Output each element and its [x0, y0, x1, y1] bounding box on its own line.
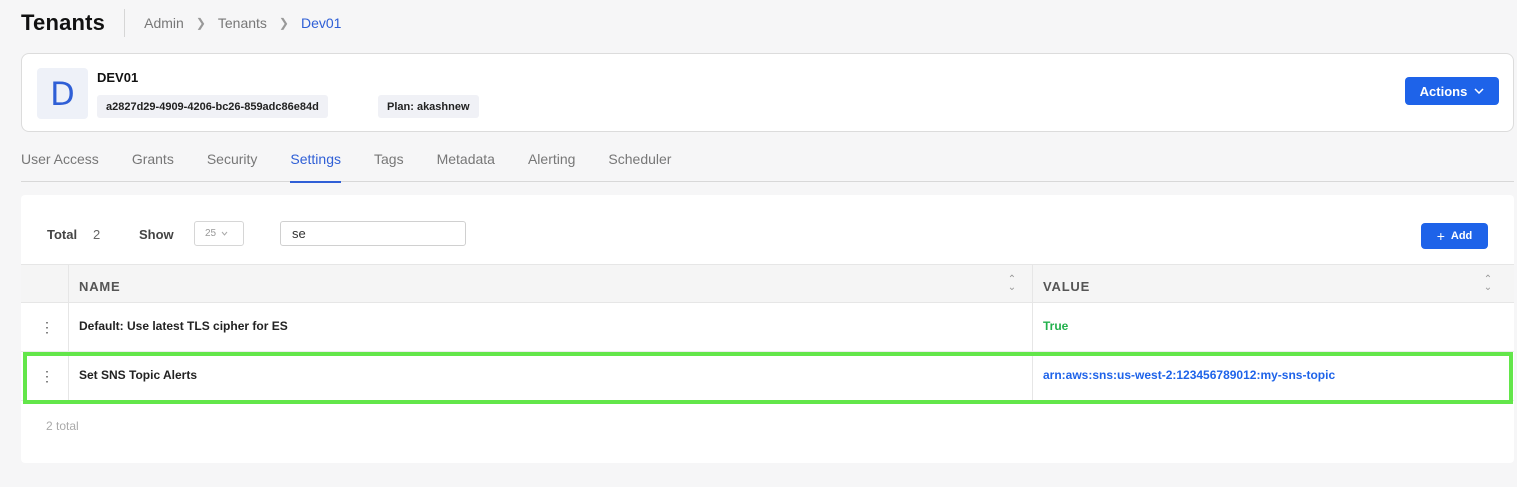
tab-user-access[interactable]: User Access — [21, 148, 99, 182]
tenant-id-chip: a2827d29-4909-4206-bc26-859adc86e84d — [97, 95, 328, 118]
plan-chip: Plan: akashnew — [378, 95, 479, 118]
page-size-select[interactable]: 25 — [194, 221, 244, 246]
table-header: NAME ⌃ ⌄ VALUE ⌃ ⌄ — [21, 264, 1514, 303]
table-footer-total: 2 total — [46, 419, 79, 433]
avatar: D — [37, 68, 88, 119]
total-count: 2 — [93, 227, 101, 242]
title-divider — [124, 9, 126, 37]
tab-security[interactable]: Security — [207, 148, 258, 182]
page-size-value: 25 — [205, 228, 217, 239]
plus-icon: + — [1436, 228, 1445, 244]
tab-tags[interactable]: Tags — [374, 148, 404, 182]
add-button-label: Add — [1450, 230, 1473, 242]
total-label: Total — [47, 227, 78, 242]
table-row[interactable]: ⋮ Set SNS Topic Alerts arn:aws:sns:us-we… — [21, 352, 1514, 401]
column-header-name[interactable]: NAME — [79, 279, 120, 294]
column-divider — [68, 352, 69, 400]
settings-table: NAME ⌃ ⌄ VALUE ⌃ ⌄ ⋮ Default: Use latest T… — [21, 264, 1514, 401]
column-divider — [68, 303, 69, 351]
tenant-name: DEV01 — [97, 70, 139, 85]
column-divider — [1032, 352, 1033, 400]
setting-value-link[interactable]: arn:aws:sns:us-west-2:123456789012:my-sn… — [1043, 368, 1335, 382]
setting-name: Set SNS Topic Alerts — [79, 368, 198, 382]
tab-bar: User Access Grants Security Settings Tag… — [21, 148, 1514, 183]
breadcrumb-tenants[interactable]: Tenants — [218, 15, 267, 31]
tab-alerting[interactable]: Alerting — [528, 148, 575, 182]
settings-panel: Total 2 Show 25 + Add NAME ⌃⌄ VALUE ⌃⌄ ⋮… — [21, 195, 1514, 463]
column-divider — [1032, 303, 1033, 351]
tab-metadata[interactable]: Metadata — [437, 148, 495, 182]
chevron-down-icon — [1474, 88, 1484, 94]
breadcrumb-current[interactable]: Dev01 — [301, 15, 341, 31]
chevron-right-icon: ❯ — [195, 16, 206, 30]
tab-scheduler[interactable]: Scheduler — [608, 148, 671, 182]
table-row[interactable]: ⋮ Default: Use latest TLS cipher for ES … — [21, 303, 1514, 352]
tab-grants[interactable]: Grants — [132, 148, 174, 182]
row-menu-icon[interactable]: ⋮ — [40, 320, 54, 334]
breadcrumb: Admin ❯ Tenants ❯ Dev01 — [144, 15, 341, 31]
breadcrumb-admin[interactable]: Admin — [144, 15, 184, 31]
chevron-down-icon — [221, 231, 228, 236]
column-divider — [68, 265, 69, 302]
setting-value: True — [1043, 319, 1069, 333]
sort-icon[interactable]: ⌃ ⌄ — [1483, 275, 1493, 293]
actions-button[interactable]: Actions — [1405, 77, 1499, 105]
row-menu-icon[interactable]: ⋮ — [40, 369, 54, 383]
chevron-right-icon: ❯ — [278, 16, 289, 30]
search-input[interactable] — [280, 221, 466, 246]
actions-button-label: Actions — [1419, 83, 1468, 99]
column-divider — [1032, 265, 1033, 302]
page-title: Tenants — [21, 10, 106, 35]
tenant-card: D DEV01 a2827d29-4909-4206-bc26-859adc86… — [21, 53, 1514, 132]
add-button[interactable]: + Add — [1421, 223, 1488, 249]
tab-settings[interactable]: Settings — [290, 148, 341, 183]
page-header: Tenants Admin ❯ Tenants ❯ Dev01 — [21, 8, 341, 38]
setting-name: Default: Use latest TLS cipher for ES — [79, 319, 288, 333]
sort-icon[interactable]: ⌃ ⌄ — [1007, 275, 1017, 293]
column-header-value[interactable]: VALUE — [1043, 279, 1090, 294]
show-label: Show — [139, 227, 174, 242]
